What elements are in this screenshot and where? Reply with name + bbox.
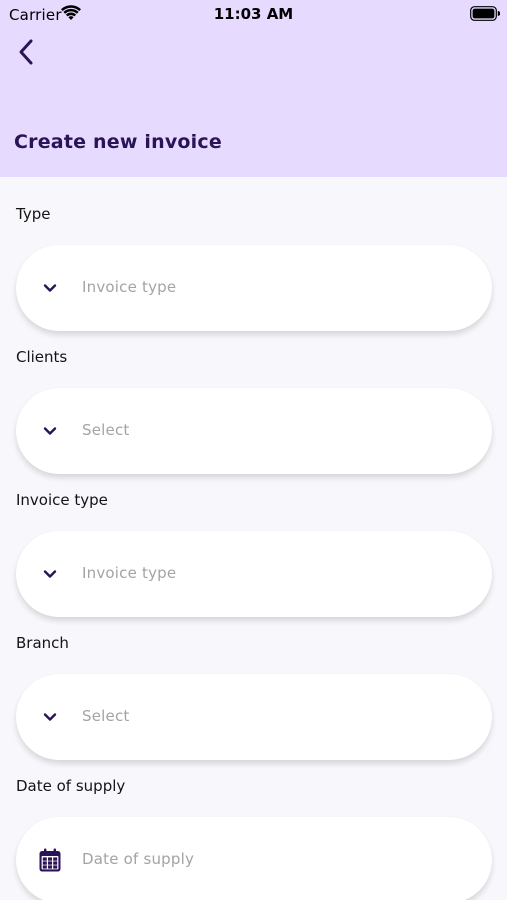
date-of-supply-picker[interactable]: Date of supply xyxy=(16,817,492,900)
chevron-down-icon xyxy=(38,276,62,300)
page-title: Create new invoice xyxy=(14,131,222,153)
chevron-down-icon xyxy=(38,705,62,729)
type-label: Type xyxy=(16,205,51,223)
clients-select[interactable]: Select xyxy=(16,388,492,474)
app-header: Carrier 11:03 AM Create new invoice xyxy=(0,0,507,177)
chevron-down-icon xyxy=(38,562,62,586)
back-button[interactable] xyxy=(12,36,40,68)
date-of-supply-placeholder: Date of supply xyxy=(82,850,195,868)
clients-label: Clients xyxy=(16,348,68,366)
battery-icon xyxy=(470,6,500,21)
date-of-supply-label: Date of supply xyxy=(16,777,126,795)
calendar-icon xyxy=(38,848,62,872)
type-placeholder: Invoice type xyxy=(82,278,177,296)
branch-placeholder: Select xyxy=(82,707,130,725)
invoice-type-label: Invoice type xyxy=(16,491,108,509)
branch-label: Branch xyxy=(16,634,69,652)
type-select[interactable]: Invoice type xyxy=(16,245,492,331)
chevron-left-icon xyxy=(19,39,33,65)
invoice-type-placeholder: Invoice type xyxy=(82,564,177,582)
branch-select[interactable]: Select xyxy=(16,674,492,760)
status-time: 11:03 AM xyxy=(213,5,294,23)
chevron-down-icon xyxy=(38,419,62,443)
clients-placeholder: Select xyxy=(82,421,130,439)
invoice-type-select[interactable]: Invoice type xyxy=(16,531,492,617)
status-bar: Carrier 11:03 AM xyxy=(0,0,507,30)
